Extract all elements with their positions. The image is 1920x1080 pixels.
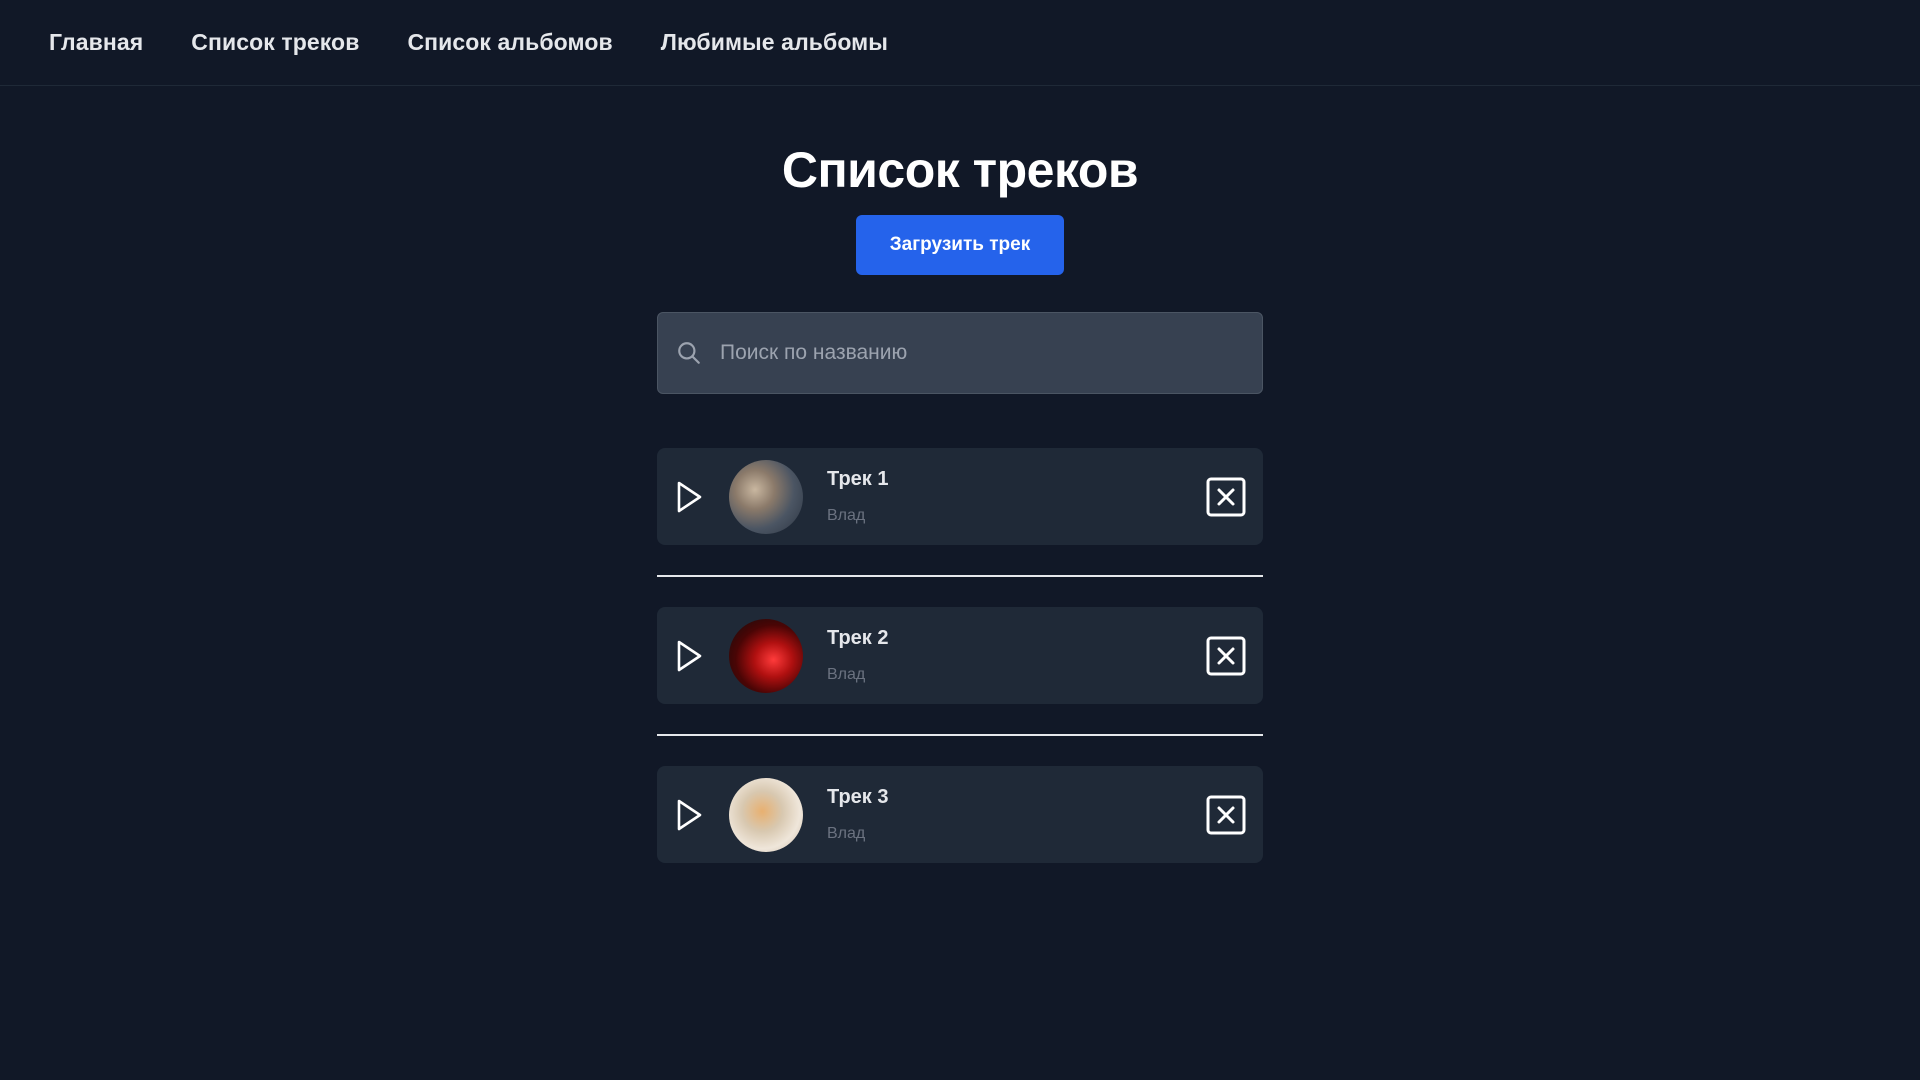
search-icon (676, 340, 702, 366)
track-list: Трек 1 Влад Трек 2 Влад Трек 3 Влад (657, 448, 1263, 863)
track-cover-image (729, 459, 803, 534)
nav-albums[interactable]: Список альбомов (407, 29, 612, 56)
track-item: Трек 1 Влад (657, 448, 1263, 545)
track-cover-image (729, 777, 803, 852)
upload-track-button[interactable]: Загрузить трек (856, 215, 1064, 275)
search-input[interactable] (720, 313, 1262, 393)
nav-tracks[interactable]: Список треков (191, 29, 359, 56)
nav-home[interactable]: Главная (49, 29, 143, 56)
search-box (657, 312, 1263, 394)
track-cover-image (729, 618, 803, 693)
track-artist: Влад (827, 825, 866, 842)
track-artist: Влад (827, 507, 866, 524)
track-item: Трек 3 Влад (657, 766, 1263, 863)
divider (657, 575, 1263, 577)
track-item: Трек 2 Влад (657, 607, 1263, 704)
close-square-icon[interactable] (1205, 476, 1247, 518)
play-icon[interactable] (674, 798, 704, 832)
divider (657, 734, 1263, 736)
track-info: Трек 1 Влад (827, 468, 1205, 525)
main-content: Список треков Загрузить трек Трек 1 Влад (657, 86, 1263, 863)
top-navigation: Главная Список треков Список альбомов Лю… (0, 0, 1920, 86)
track-artist: Влад (827, 666, 866, 683)
play-icon[interactable] (674, 639, 704, 673)
track-title: Трек 1 (827, 468, 889, 490)
play-icon[interactable] (674, 480, 704, 514)
close-square-icon[interactable] (1205, 635, 1247, 677)
nav-favorite-albums[interactable]: Любимые альбомы (661, 29, 888, 56)
track-info: Трек 3 Влад (827, 786, 1205, 843)
track-info: Трек 2 Влад (827, 627, 1205, 684)
track-title: Трек 3 (827, 786, 889, 808)
track-title: Трек 2 (827, 627, 889, 649)
page-title: Список треков (781, 142, 1139, 198)
close-square-icon[interactable] (1205, 794, 1247, 836)
